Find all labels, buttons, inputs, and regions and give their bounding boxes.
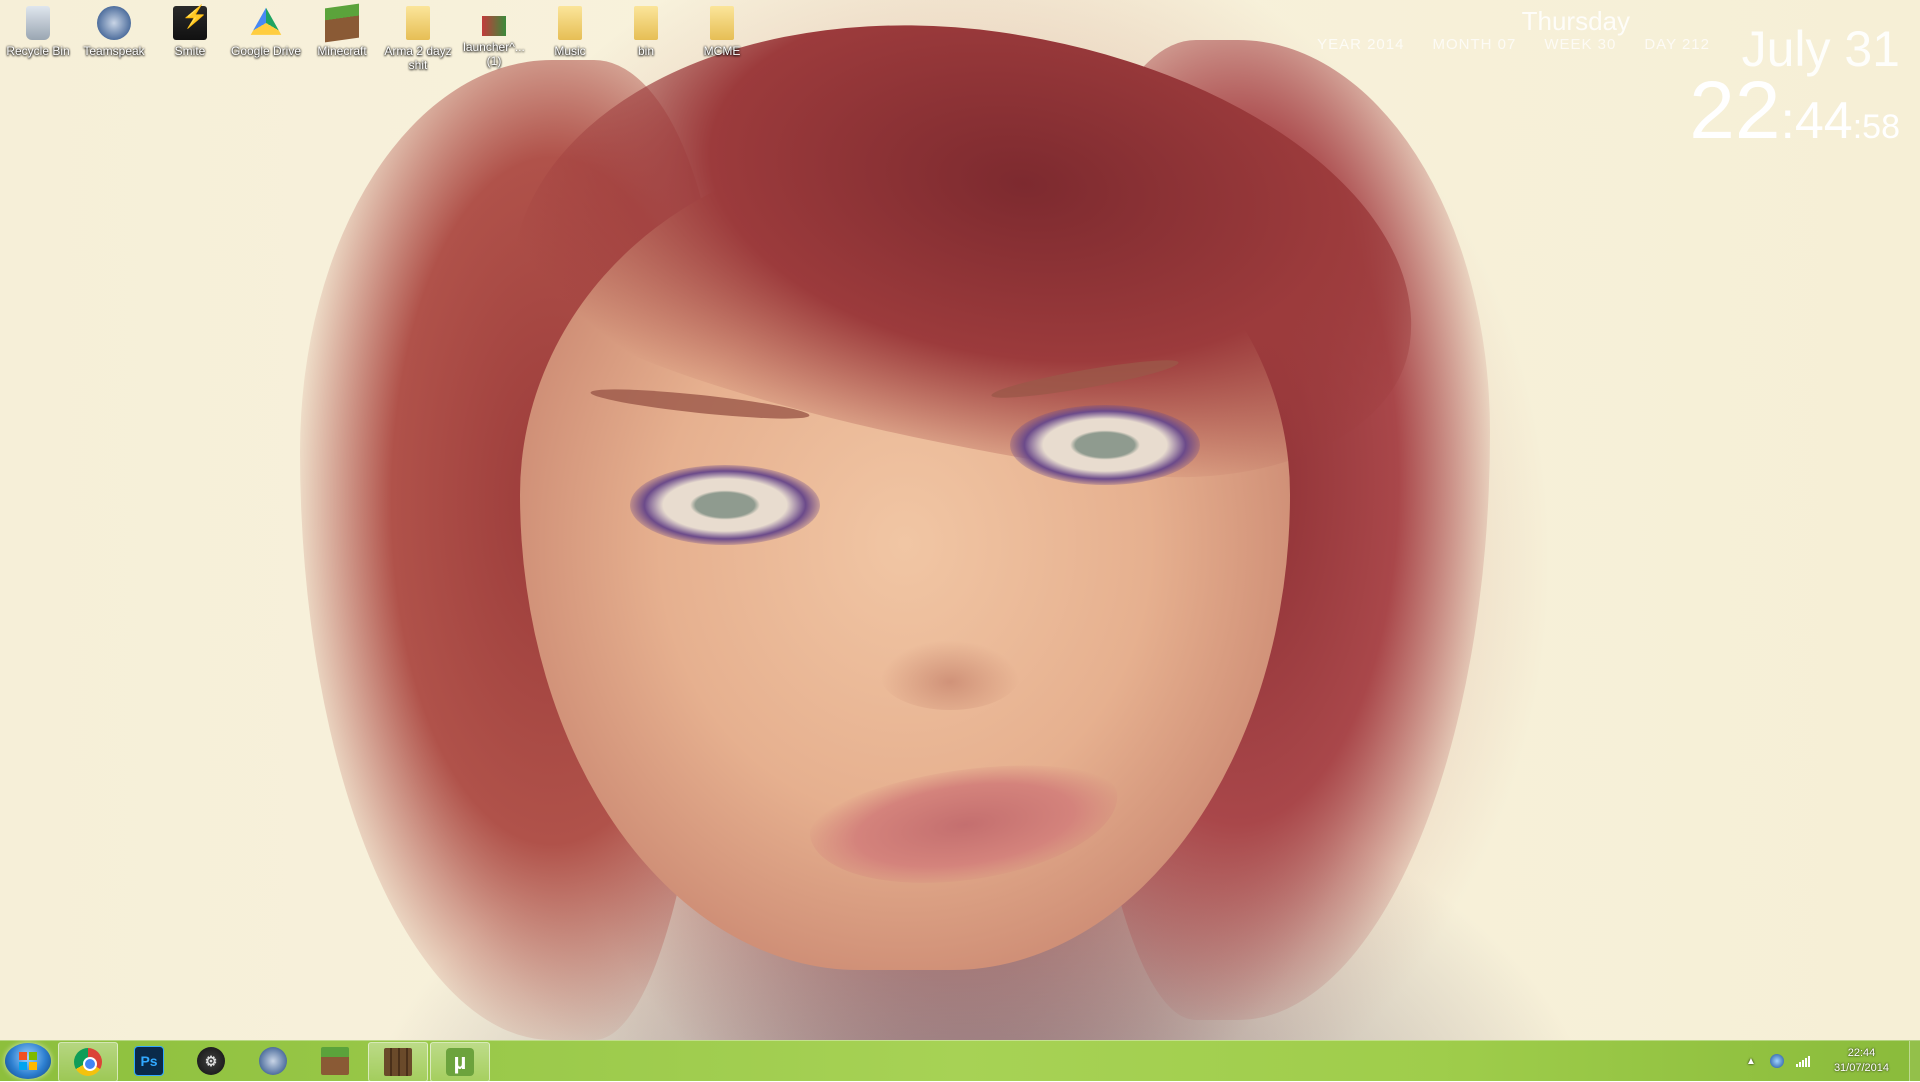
recycle-bin-icon [26, 6, 50, 40]
launcher-icon [482, 16, 506, 36]
desktop-icon-launcher[interactable]: launcher^... (1) [458, 6, 530, 68]
desktop-icon-label: Music [554, 44, 586, 58]
clock-stats: YEAR 2014 MONTH 07 WEEK 30 DAY 212 [1317, 36, 1710, 53]
desktop-icon-smite[interactable]: Smite [154, 6, 226, 58]
desktop-icon-label: Google Drive [230, 44, 302, 58]
desktop-icon-mcme[interactable]: MCME [686, 6, 758, 58]
taskbar-item-chrome[interactable] [58, 1042, 118, 1082]
wallpaper-nose [880, 640, 1020, 710]
desktop-icon-label: MCME [703, 44, 741, 58]
desktop-icon-music[interactable]: Music [534, 6, 606, 58]
clock-time: 22:44:58 [1689, 64, 1900, 158]
desktop-icon-bin[interactable]: bin [610, 6, 682, 58]
desktop-icon-recycle-bin[interactable]: Recycle Bin [2, 6, 74, 58]
desktop-icon-label: Teamspeak [83, 44, 145, 58]
google-drive-icon [250, 7, 282, 35]
utorrent-icon: µ [446, 1048, 474, 1076]
taskbar: Ps ⚙ µ ▲ 22:44 31/07/2014 [0, 1040, 1920, 1082]
show-desktop-button[interactable] [1909, 1041, 1920, 1081]
show-hidden-icons-arrow-icon[interactable]: ▲ [1746, 1056, 1756, 1067]
desktop-icon-label: launcher^... (1) [463, 40, 525, 68]
taskbar-item-utorrent[interactable]: µ [430, 1042, 490, 1082]
windows-start-icon[interactable] [5, 1043, 51, 1079]
smite-icon [173, 6, 208, 40]
wallpaper-eye-right [1010, 405, 1200, 485]
desktop-wallpaper [0, 0, 1920, 1040]
clock-month: MONTH 07 [1432, 36, 1517, 53]
taskbar-item-teamspeak[interactable] [244, 1042, 302, 1080]
desktop-icon-label: Minecraft [317, 44, 367, 58]
clock-widget: Thursday YEAR 2014 MONTH 07 WEEK 30 DAY … [1280, 0, 1920, 156]
mcedit-icon [384, 1048, 412, 1076]
taskbar-item-steam[interactable]: ⚙ [182, 1042, 240, 1080]
steam-icon: ⚙ [197, 1047, 225, 1075]
network-icon[interactable] [1769, 1054, 1784, 1068]
system-tray: ▲ 22:44 31/07/2014 [1746, 1041, 1920, 1081]
desktop-icon-label: Arma 2 dayz shit [384, 44, 452, 72]
clock-minute: :44 [1780, 92, 1853, 150]
folder-icon [710, 6, 734, 40]
clock-day-name: Thursday [1521, 6, 1630, 36]
folder-icon [634, 6, 658, 40]
desktop-icon-arma-folder[interactable]: Arma 2 dayz shit [382, 6, 454, 72]
taskbar-item-mcedit[interactable] [368, 1042, 428, 1082]
photoshop-icon: Ps [134, 1046, 164, 1076]
folder-icon [558, 6, 582, 40]
desktop-icon-teamspeak[interactable]: Teamspeak [78, 6, 150, 58]
minecraft-icon [321, 1047, 349, 1075]
clock-day-of-year: DAY 212 [1644, 36, 1710, 53]
teamspeak-icon [259, 1047, 287, 1075]
taskbar-item-minecraft[interactable] [306, 1042, 364, 1080]
desktop-icon-label: bin [637, 44, 654, 58]
teamspeak-icon [97, 6, 131, 40]
desktop-icon-minecraft[interactable]: Minecraft [306, 3, 378, 58]
signal-icon[interactable] [1795, 1055, 1810, 1067]
desktop-icon-label: Smite [174, 44, 206, 58]
folder-icon [406, 6, 430, 40]
clock-second: :58 [1852, 108, 1900, 146]
tray-clock[interactable]: 22:44 31/07/2014 [1834, 1046, 1889, 1076]
tray-date: 31/07/2014 [1833, 1062, 1889, 1074]
taskbar-item-photoshop[interactable]: Ps [120, 1042, 178, 1080]
desktop-icon-google-drive[interactable]: Google Drive [230, 6, 302, 58]
wallpaper-eye-left [630, 465, 820, 545]
clock-hour: 22 [1689, 65, 1781, 156]
tray-time: 22:44 [1847, 1047, 1876, 1059]
clock-week: WEEK 30 [1544, 36, 1617, 53]
desktop-icon-label: Recycle Bin [6, 44, 70, 58]
minecraft-icon [325, 3, 359, 43]
clock-year: YEAR 2014 [1317, 36, 1405, 53]
chrome-icon [74, 1048, 102, 1076]
